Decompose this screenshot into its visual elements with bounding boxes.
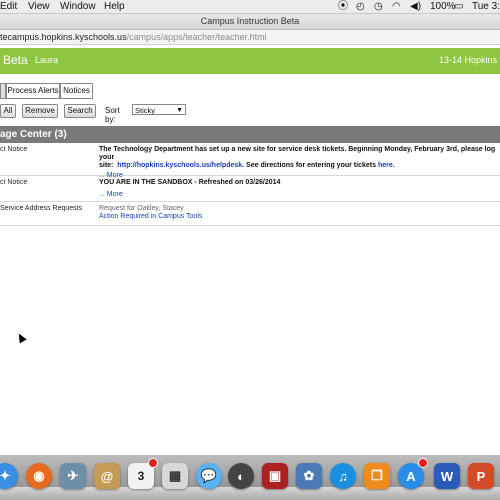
request-text: Request for Oakley, Stacey [99, 205, 184, 212]
menu-help[interactable]: Help [104, 0, 125, 13]
tab-process-alerts[interactable]: Process Alerts [6, 83, 60, 99]
message-text-prefix: site: [99, 162, 114, 169]
menu-edit[interactable]: Edit [0, 0, 17, 13]
volume-icon[interactable]: ◀) [410, 0, 421, 13]
app-beta-label: Beta [3, 53, 28, 67]
ibooks-icon[interactable]: ❐ [364, 463, 390, 489]
safari-icon[interactable]: ✦ [0, 463, 18, 489]
battery-percent[interactable]: 100% [430, 0, 456, 13]
select-all-button[interactable]: All [0, 104, 16, 118]
word-icon[interactable]: W [434, 463, 460, 489]
record-icon[interactable]: ⦿ [338, 0, 348, 13]
preview-icon[interactable]: ▦ [162, 463, 188, 489]
firefox-icon[interactable]: ◉ [26, 463, 52, 489]
message-text: The Technology Department has set up a n… [99, 146, 496, 161]
notification-badge [418, 458, 428, 468]
sort-label: Sort by: [105, 106, 120, 124]
contacts-icon[interactable]: @ [94, 463, 120, 489]
menu-view[interactable]: View [28, 0, 50, 13]
mac-dock: ✦ ◉ ✈ @ 3 ▦ 💬 ◐ ▣ ✿ ♫ ❐ A W P [0, 455, 500, 500]
more-link[interactable]: ... More [99, 191, 123, 199]
sync-icon[interactable]: ◴ [356, 0, 365, 13]
message-text: YOU ARE IN THE SANDBOX - Refreshed on 03… [99, 179, 281, 186]
message-type: ct Notice [0, 179, 28, 186]
window-title: Campus Instruction Beta [0, 14, 500, 30]
iphoto-icon[interactable]: ✿ [296, 463, 322, 489]
url-host: tecampus.hopkins.kyschools.us [0, 32, 127, 42]
battery-icon[interactable]: ▭ [454, 0, 463, 13]
itunes-icon[interactable]: ♫ [330, 463, 356, 489]
sort-select[interactable]: Sticky ▼ [132, 104, 186, 115]
sort-value: Sticky [135, 106, 156, 115]
notification-badge [148, 458, 158, 468]
mouse-cursor-icon [15, 331, 27, 344]
app-header: Beta Laura 13-14 Hopkins [0, 48, 500, 74]
helpdesk-link[interactable]: http://hopkins.kyschools.us/helpdesk [117, 162, 242, 169]
message-center-title: age Center (3) [0, 126, 500, 143]
calendar-day: 3 [137, 469, 145, 483]
menu-window[interactable]: Window [60, 0, 96, 13]
message-type: Service Address Requests [0, 205, 83, 212]
clock[interactable]: Tue 3: [472, 0, 500, 13]
address-bar[interactable]: tecampus.hopkins.kyschools.us/campus/app… [0, 30, 500, 45]
message-row[interactable]: Service Address Requests Request for Oak… [0, 202, 500, 226]
action-required-link[interactable]: Action Required in Campus Tools [99, 213, 202, 220]
user-name[interactable]: Laura [35, 55, 58, 65]
url-path: /campus/apps/teacher/teacher.html [126, 32, 267, 42]
message-text-suffix: . See directions for entering your ticke… [242, 162, 376, 169]
remove-button[interactable]: Remove [22, 104, 58, 118]
powerpoint-icon[interactable]: P [468, 463, 494, 489]
facetime-icon[interactable]: ◐ [228, 463, 254, 489]
search-button[interactable]: Search [64, 104, 96, 118]
photobooth-icon[interactable]: ▣ [262, 463, 288, 489]
here-link[interactable]: here. [378, 162, 395, 169]
timemachine-icon[interactable]: ◷ [374, 0, 383, 13]
mac-menubar: Edit View Window Help ⦿ ◴ ◷ ◠ ◀) 100% ▭ … [0, 0, 500, 14]
school-year[interactable]: 13-14 Hopkins [439, 55, 497, 65]
message-type: ct Notice [0, 146, 28, 153]
eagle-app-icon[interactable]: ✈ [60, 463, 86, 489]
message-row[interactable]: ct Notice YOU ARE IN THE SANDBOX - Refre… [0, 176, 500, 202]
chevron-down-icon: ▼ [176, 107, 183, 114]
wifi-icon[interactable]: ◠ [392, 0, 401, 13]
messages-icon[interactable]: 💬 [196, 463, 222, 489]
tab-notices[interactable]: Notices [60, 83, 93, 99]
message-row[interactable]: ct Notice The Technology Department has … [0, 143, 500, 179]
